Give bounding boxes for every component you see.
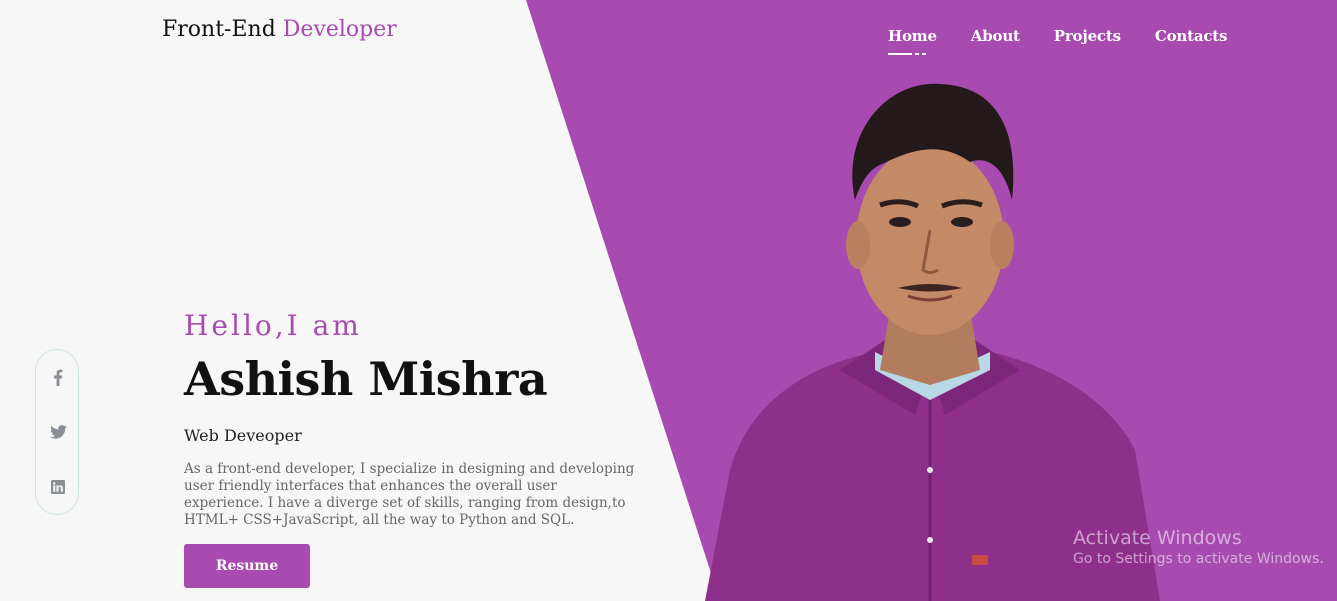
hero-greeting: Hello,I am bbox=[184, 309, 362, 342]
profile-photo bbox=[705, 83, 1160, 601]
nav-home[interactable]: Home bbox=[888, 27, 937, 45]
nav-active-underline bbox=[888, 53, 926, 55]
main-nav: Home About Projects Contacts bbox=[888, 27, 1227, 45]
resume-button[interactable]: Resume bbox=[184, 544, 310, 588]
logo-main-text: Front-End bbox=[162, 17, 276, 42]
site-logo[interactable]: Front-End Developer bbox=[162, 17, 397, 42]
hero-role: Web Deveoper bbox=[184, 426, 302, 445]
twitter-icon[interactable] bbox=[48, 422, 68, 442]
hero-name: Ashish Mishra bbox=[184, 352, 548, 406]
nav-about[interactable]: About bbox=[971, 27, 1020, 45]
social-links bbox=[35, 349, 79, 515]
nav-contacts[interactable]: Contacts bbox=[1155, 27, 1228, 45]
watermark-title: Activate Windows bbox=[1073, 527, 1242, 549]
nav-projects[interactable]: Projects bbox=[1054, 27, 1121, 45]
windows-activation-watermark: Activate Windows Go to Settings to activ… bbox=[1073, 527, 1324, 567]
hero-description: As a front-end developer, I specialize i… bbox=[184, 461, 635, 528]
linkedin-icon[interactable] bbox=[48, 477, 68, 497]
facebook-icon[interactable] bbox=[48, 367, 68, 387]
watermark-subtitle: Go to Settings to activate Windows. bbox=[1073, 551, 1324, 567]
logo-accent-text: Developer bbox=[282, 17, 397, 42]
